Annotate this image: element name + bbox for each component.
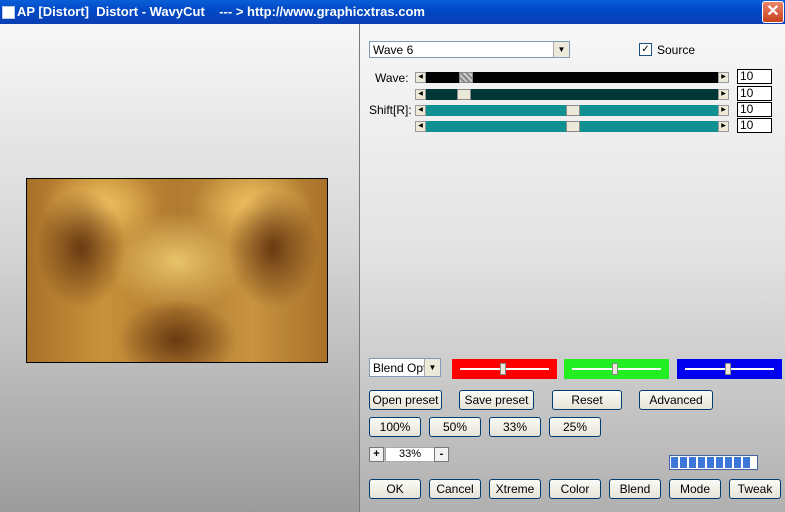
color-button[interactable]: Color: [549, 479, 601, 499]
progress-segment: [698, 457, 705, 468]
green-channel-slider[interactable]: [564, 359, 669, 379]
slider-thumb[interactable]: [500, 363, 506, 375]
cancel-button[interactable]: Cancel: [429, 479, 481, 499]
zoom-100-button[interactable]: 100%: [369, 417, 421, 437]
progress-segment: [707, 457, 714, 468]
arrow-right-icon[interactable]: ▶: [718, 72, 729, 83]
slider-thumb[interactable]: [612, 363, 618, 375]
shift-value-1[interactable]: 10: [737, 102, 772, 117]
open-preset-button[interactable]: Open preset: [369, 390, 442, 410]
chevron-down-icon[interactable]: ▼: [424, 359, 440, 376]
shift-slider-2[interactable]: ◀ ▶: [415, 121, 729, 132]
red-channel-slider[interactable]: [452, 359, 557, 379]
zoom-level-field[interactable]: 33%: [385, 447, 435, 462]
progress-segment: [680, 457, 687, 468]
shift-label: Shift[R]:: [369, 103, 412, 117]
progress-segment: [671, 457, 678, 468]
zoom-in-button[interactable]: +: [369, 447, 384, 462]
tweak-button[interactable]: Tweak: [729, 479, 781, 499]
blue-channel-slider[interactable]: [677, 359, 782, 379]
window-title: AP [Distort] Distort - WavyCut --- > htt…: [17, 4, 425, 19]
source-label: Source: [657, 43, 696, 57]
xtreme-button[interactable]: Xtreme: [489, 479, 541, 499]
slider-thumb[interactable]: [459, 72, 473, 83]
zoom-50-button[interactable]: 50%: [429, 417, 481, 437]
progress-bar: [669, 455, 758, 470]
mode-button[interactable]: Mode: [669, 479, 721, 499]
arrow-left-icon[interactable]: ◀: [415, 121, 426, 132]
arrow-left-icon[interactable]: ◀: [415, 105, 426, 116]
shift-slider-1[interactable]: ◀ ▶: [415, 105, 729, 116]
blend-options-dropdown[interactable]: Blend Optio ▼: [369, 358, 441, 377]
title-bar: AP [Distort] Distort - WavyCut --- > htt…: [0, 0, 785, 24]
arrow-right-icon[interactable]: ▶: [718, 89, 729, 100]
arrow-left-icon[interactable]: ◀: [415, 72, 426, 83]
zoom-out-button[interactable]: -: [434, 447, 449, 462]
preset-dropdown[interactable]: Wave 6 ▼: [369, 41, 570, 58]
wave-value-1[interactable]: 10: [737, 69, 772, 84]
source-checkbox[interactable]: ✓: [639, 43, 652, 56]
shift-value-2[interactable]: 10: [737, 118, 772, 133]
ok-button[interactable]: OK: [369, 479, 421, 499]
progress-segment: [725, 457, 732, 468]
wave-label: Wave:: [375, 71, 409, 85]
slider-thumb[interactable]: [457, 89, 471, 100]
slider-thumb[interactable]: [566, 105, 580, 116]
progress-segment: [743, 457, 750, 468]
advanced-button[interactable]: Advanced: [639, 390, 713, 410]
wave-slider-2[interactable]: ◀ ▶: [415, 89, 729, 100]
preset-dropdown-value: Wave 6: [373, 43, 414, 57]
arrow-right-icon[interactable]: ▶: [718, 121, 729, 132]
close-button[interactable]: ✕: [762, 1, 784, 23]
zoom-33-button[interactable]: 33%: [489, 417, 541, 437]
preview-pane: [0, 24, 360, 512]
progress-segment: [716, 457, 723, 468]
zoom-25-button[interactable]: 25%: [549, 417, 601, 437]
wave-value-2[interactable]: 10: [737, 86, 772, 101]
slider-thumb[interactable]: [725, 363, 731, 375]
progress-segment: [689, 457, 696, 468]
wave-slider-1[interactable]: ◀ ▶: [415, 72, 729, 83]
arrow-right-icon[interactable]: ▶: [718, 105, 729, 116]
arrow-left-icon[interactable]: ◀: [415, 89, 426, 100]
save-preset-button[interactable]: Save preset: [459, 390, 534, 410]
progress-segment: [734, 457, 741, 468]
preview-image: [26, 178, 328, 363]
blend-button[interactable]: Blend: [609, 479, 661, 499]
slider-thumb[interactable]: [566, 121, 580, 132]
reset-button[interactable]: Reset: [552, 390, 622, 410]
app-icon: [2, 6, 15, 19]
chevron-down-icon[interactable]: ▼: [553, 42, 569, 57]
